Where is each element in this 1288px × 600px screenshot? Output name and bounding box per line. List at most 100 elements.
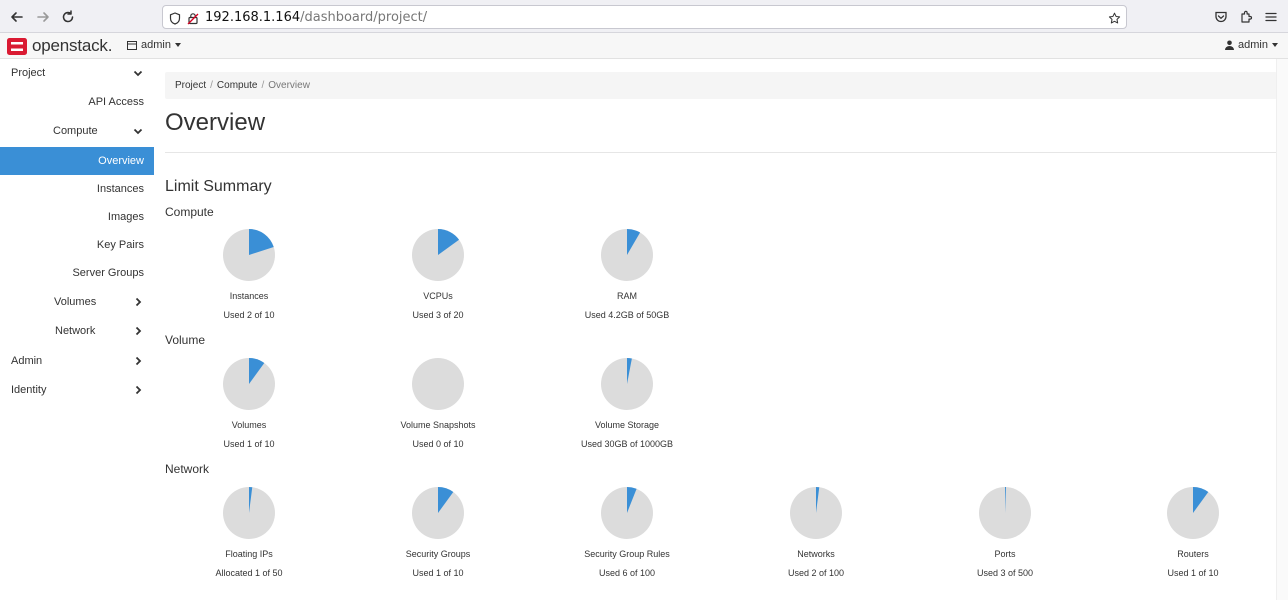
logo-text: openstack. (32, 36, 113, 55)
sidebar-item-overview[interactable]: Overview (0, 147, 154, 175)
volume-heading: Volume (165, 333, 206, 347)
sidebar-item-admin[interactable]: Admin (0, 347, 154, 375)
project-selector[interactable]: admin (127, 39, 181, 51)
url-path: /dashboard/project/ (300, 10, 428, 25)
chevron-right-icon (135, 385, 142, 395)
pie-usage: Used 2 of 10 (223, 310, 275, 320)
title-divider (165, 152, 1277, 153)
user-menu-label: admin (1238, 39, 1268, 51)
pie-usage: Used 30GB of 1000GB (580, 439, 674, 449)
sidebar-item-label: Compute (53, 125, 98, 137)
user-menu[interactable]: admin (1225, 39, 1278, 51)
sidebar-item-label: Images (107, 211, 144, 223)
pie-chart-security-group-rules: Security Group Rules Used 6 of 100 (552, 486, 702, 578)
project-icon (127, 40, 137, 50)
page-scrollbar[interactable] (1276, 59, 1288, 600)
breadcrumb-project[interactable]: Project (175, 80, 206, 91)
sidebar: Project API Access Compute Overview Inst… (0, 59, 154, 600)
sidebar-item-api-access[interactable]: API Access (0, 88, 154, 116)
openstack-logo-icon (7, 37, 27, 55)
breadcrumb-separator: / (261, 80, 265, 91)
sidebar-item-images[interactable]: Images (0, 203, 154, 231)
chevron-down-icon (133, 70, 143, 77)
sidebar-item-label: Instances (96, 183, 144, 195)
pie-usage: Used 6 of 100 (598, 568, 656, 578)
sidebar-item-volumes[interactable]: Volumes (0, 288, 154, 316)
forward-button[interactable] (33, 7, 53, 27)
pie-usage: Used 0 of 10 (412, 439, 464, 449)
pie-label: Networks (797, 549, 835, 559)
arrow-left-icon (11, 12, 23, 22)
url-host: 192.168.1.164 (205, 10, 301, 25)
network-heading: Network (165, 462, 210, 476)
pie-chart-vcpus: VCPUs Used 3 of 20 (363, 228, 513, 320)
pocket-icon[interactable] (1212, 8, 1230, 26)
breadcrumb-overview: Overview (268, 80, 310, 91)
breadcrumb: Project / Compute / Overview (165, 72, 1277, 99)
chevron-down-icon (133, 128, 143, 135)
caret-down-icon (174, 43, 181, 47)
sidebar-item-label: Key Pairs (96, 239, 144, 251)
breadcrumb-separator: / (210, 80, 213, 91)
volumes-pie (223, 358, 275, 410)
pie-chart-volumes: Volumes Used 1 of 10 (174, 357, 324, 449)
pie-chart-routers: Routers Used 1 of 10 (1118, 486, 1268, 578)
pie-label: Security Group Rules (584, 549, 670, 559)
shield-icon[interactable] (167, 10, 183, 26)
pie-chart-volume-snapshots: Volume Snapshots Used 0 of 10 (363, 357, 513, 449)
sidebar-item-label: Network (55, 325, 96, 337)
sidebar-item-identity[interactable]: Identity (0, 376, 154, 404)
sidebar-item-project[interactable]: Project (0, 59, 154, 87)
chevron-right-icon (135, 326, 142, 336)
pie-label: Ports (994, 549, 1016, 559)
pie-usage: Used 1 of 10 (412, 568, 464, 578)
back-button[interactable] (7, 7, 27, 27)
pie-label: Floating IPs (225, 549, 273, 559)
user-icon (1225, 40, 1235, 50)
menu-icon[interactable] (1262, 8, 1280, 26)
pie-chart-instances: Instances Used 2 of 10 (174, 228, 324, 320)
app-header: openstack. admin admin (0, 33, 1288, 59)
sidebar-item-label: Project (11, 67, 46, 79)
pie-usage: Used 1 of 10 (1167, 568, 1219, 578)
pie-label: Instances (229, 291, 269, 301)
sidebar-item-label: Identity (11, 384, 47, 396)
sidebar-item-server-groups[interactable]: Server Groups (0, 259, 154, 287)
security-groups-pie (412, 487, 464, 539)
routers-pie (1167, 487, 1219, 539)
pie-chart-volume-storage: Volume Storage Used 30GB of 1000GB (552, 357, 702, 449)
url-text[interactable]: 192.168.1.164/dashboard/project/ (205, 10, 427, 25)
reload-button[interactable] (58, 7, 78, 27)
pie-usage: Allocated 1 of 50 (215, 568, 283, 578)
pie-chart-floating-ips: Floating IPs Allocated 1 of 50 (174, 486, 324, 578)
pie-usage: Used 1 of 10 (223, 439, 275, 449)
sidebar-item-instances[interactable]: Instances (0, 175, 154, 203)
extensions-icon[interactable] (1237, 8, 1255, 26)
url-bar[interactable]: 192.168.1.164/dashboard/project/ (162, 5, 1127, 29)
star-icon[interactable] (1106, 10, 1122, 26)
security-group-rules-pie (601, 487, 653, 539)
pie-label: Volumes (231, 420, 267, 430)
pie-chart-ports: Ports Used 3 of 500 (930, 486, 1080, 578)
openstack-logo[interactable]: openstack. (7, 36, 112, 56)
project-selector-label: admin (141, 39, 171, 51)
compute-heading: Compute (165, 205, 214, 219)
ram-pie (601, 229, 653, 281)
chevron-right-icon (135, 356, 142, 366)
sidebar-item-key-pairs[interactable]: Key Pairs (0, 231, 154, 259)
reload-icon (62, 10, 74, 23)
sidebar-item-network[interactable]: Network (0, 317, 154, 345)
breadcrumb-compute[interactable]: Compute (217, 80, 258, 91)
pie-chart-security-groups: Security Groups Used 1 of 10 (363, 486, 513, 578)
sidebar-item-compute[interactable]: Compute (0, 117, 154, 145)
insecure-lock-icon[interactable] (185, 10, 201, 26)
ports-pie (979, 487, 1031, 539)
sidebar-item-label: Overview (98, 155, 144, 167)
volume-storage-pie (601, 358, 653, 410)
chevron-right-icon (135, 297, 142, 307)
pie-label: VCPUs (423, 291, 453, 301)
pie-chart-ram: RAM Used 4.2GB of 50GB (552, 228, 702, 320)
browser-toolbar: 192.168.1.164/dashboard/project/ (0, 0, 1288, 33)
pie-label: Volume Storage (594, 420, 660, 430)
caret-down-icon (1272, 43, 1278, 47)
